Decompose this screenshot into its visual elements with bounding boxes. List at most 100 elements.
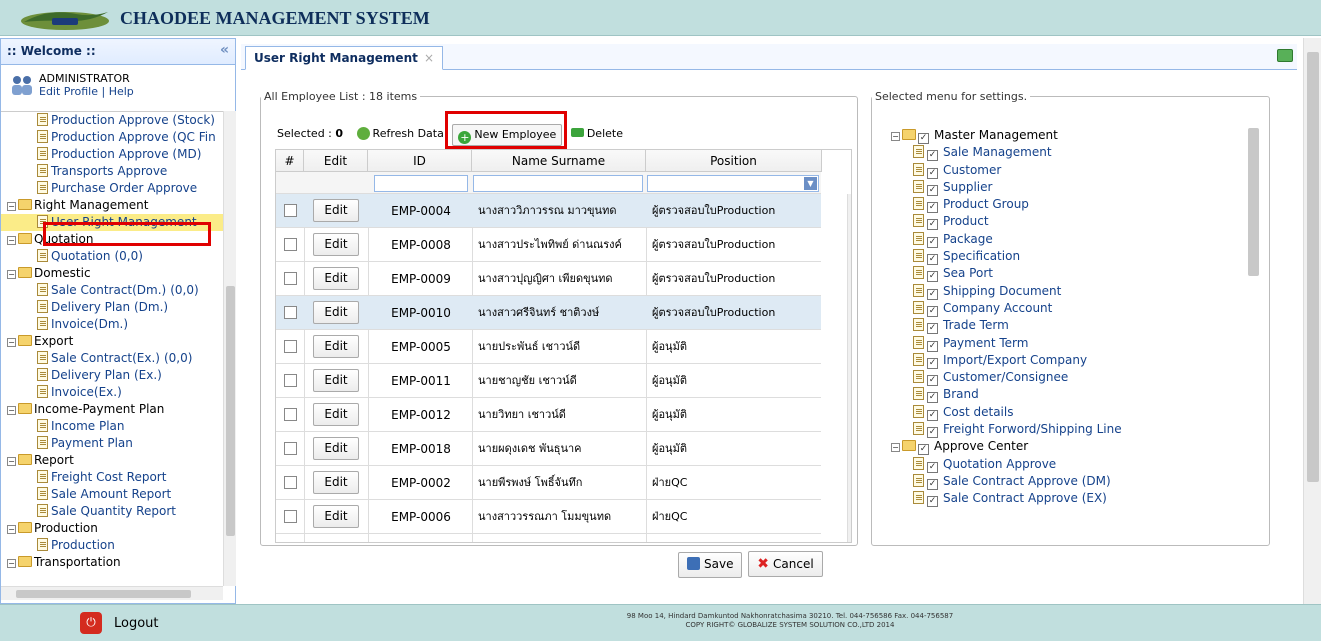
tab-user-right-management[interactable]: User Right Management × (245, 46, 444, 70)
scroll-thumb[interactable] (851, 212, 852, 394)
collapse-toggle-icon[interactable]: − (7, 270, 16, 279)
collapse-toggle-icon[interactable]: − (7, 338, 16, 347)
position-filter-select[interactable]: ▼ (647, 175, 819, 192)
table-row[interactable]: Edit EMP-0008 นางสาวประไพทิพย์ ด่านณรงค์ ผู… (276, 228, 821, 262)
save-button[interactable]: Save (678, 552, 743, 578)
menu-checkbox[interactable]: ✓ (927, 167, 938, 179)
scroll-thumb[interactable] (1307, 52, 1319, 482)
menu-checkbox[interactable]: ✓ (918, 444, 929, 456)
close-icon[interactable]: × (424, 51, 434, 65)
col-header-position[interactable]: Position (646, 150, 822, 172)
menu-setting-item[interactable]: ✓ Sea Port (891, 265, 1251, 283)
menu-group[interactable]: − ✓ Master Management (891, 127, 1251, 144)
edit-button[interactable]: Edit (313, 199, 359, 222)
menu-setting-item[interactable]: ✓ Product (891, 213, 1251, 231)
menu-checkbox[interactable]: ✓ (927, 392, 938, 404)
menu-checkbox[interactable]: ✓ (927, 271, 938, 283)
menu-checkbox[interactable]: ✓ (927, 219, 938, 231)
col-header-edit[interactable]: Edit (304, 150, 368, 172)
menu-setting-item[interactable]: ✓ Payment Term (891, 335, 1251, 352)
row-checkbox[interactable] (284, 238, 297, 251)
tree-item[interactable]: Payment Plan (1, 435, 223, 452)
tree-item[interactable]: Production Approve (MD) (1, 146, 223, 163)
tree-folder[interactable]: − Domestic (1, 265, 223, 282)
col-header-name[interactable]: Name Surname (472, 150, 646, 172)
edit-button[interactable]: Edit (313, 301, 359, 324)
maximize-icon[interactable] (1277, 49, 1293, 62)
menu-setting-item[interactable]: ✓ Supplier (891, 179, 1251, 196)
menu-checkbox[interactable]: ✓ (927, 427, 938, 439)
tree-folder[interactable]: − Report (1, 452, 223, 469)
menu-checkbox[interactable]: ✓ (927, 323, 938, 335)
menu-setting-item[interactable]: ✓ Sale Contract Approve (DM) (891, 473, 1251, 490)
menu-setting-item[interactable]: ✓ Cost details (891, 404, 1251, 421)
row-checkbox[interactable] (284, 408, 297, 421)
edit-button[interactable]: Edit (313, 335, 359, 358)
collapse-toggle-icon[interactable]: − (7, 457, 16, 466)
id-filter-input[interactable] (374, 175, 468, 192)
scroll-thumb[interactable] (226, 286, 235, 536)
col-header-number[interactable]: # (276, 150, 304, 172)
edit-button[interactable]: Edit (313, 437, 359, 460)
dropdown-arrow-icon[interactable]: ▼ (804, 177, 817, 190)
tree-folder[interactable]: − Export (1, 333, 223, 350)
menu-setting-item[interactable]: ✓ Shipping Document (891, 283, 1251, 300)
menu-setting-item[interactable]: ✓ Customer/Consignee (891, 369, 1251, 387)
menu-checkbox[interactable]: ✓ (927, 461, 938, 473)
col-header-id[interactable]: ID (368, 150, 472, 172)
logout-link[interactable]: Logout (114, 616, 159, 631)
menu-checkbox[interactable]: ✓ (927, 375, 938, 387)
menu-checkbox[interactable]: ✓ (927, 236, 938, 248)
menu-setting-item[interactable]: ✓ Customer (891, 162, 1251, 179)
collapse-toggle-icon[interactable]: − (7, 406, 16, 415)
menu-checkbox[interactable]: ✓ (927, 254, 938, 266)
collapse-icon[interactable]: « (220, 42, 229, 58)
scroll-thumb[interactable] (16, 590, 191, 598)
menu-group[interactable]: − ✓ Approve Center (891, 438, 1251, 456)
menu-checkbox[interactable]: ✓ (927, 184, 938, 196)
edit-button[interactable]: Edit (313, 233, 359, 256)
refresh-button[interactable]: Refresh Data (352, 124, 449, 146)
table-row[interactable]: Edit EMP-0006 นางสาววรรณภา โมมขุนทด ฝ่ายQC (276, 500, 821, 534)
row-checkbox[interactable] (284, 476, 297, 489)
grid-scrollbar[interactable] (847, 194, 852, 542)
menu-tree-scrollbar[interactable] (1244, 110, 1262, 520)
tree-item[interactable]: Sale Amount Report (1, 486, 223, 503)
menu-checkbox[interactable]: ✓ (918, 133, 929, 144)
menu-setting-item[interactable]: ✓ Import/Export Company (891, 352, 1251, 369)
collapse-toggle-icon[interactable]: − (891, 132, 900, 141)
menu-checkbox[interactable]: ✓ (927, 357, 938, 369)
table-row[interactable]: Edit EMP-0005 นายประพันธ์ เชาวน์ดี ผู้อนุมั… (276, 330, 821, 364)
row-checkbox[interactable] (284, 306, 297, 319)
menu-setting-item[interactable]: ✓ Company Account (891, 300, 1251, 317)
collapse-toggle-icon[interactable]: − (7, 236, 16, 245)
tree-item[interactable]: Freight Cost Report (1, 469, 223, 486)
menu-setting-item[interactable]: ✓ Quotation Approve (891, 456, 1251, 473)
menu-setting-item[interactable]: ✓ Trade Term (891, 317, 1251, 335)
sidebar-scrollbar[interactable] (223, 111, 236, 586)
tree-item[interactable]: Delivery Plan (Ex.) (1, 367, 223, 384)
menu-setting-item[interactable]: ✓ Brand (891, 386, 1251, 404)
collapse-toggle-icon[interactable]: − (7, 559, 16, 568)
tree-item[interactable]: Quotation (0,0) (1, 248, 223, 265)
table-row[interactable]: Edit EMP-0002 นายพีรพงษ์ โพธิ์จันทึก ฝ่ายQC (276, 466, 821, 500)
menu-setting-item[interactable]: ✓ Specification (891, 248, 1251, 266)
menu-checkbox[interactable]: ✓ (927, 496, 938, 508)
tree-folder[interactable]: − Production (1, 520, 223, 537)
edit-button[interactable]: Edit (313, 369, 359, 392)
collapse-toggle-icon[interactable]: − (891, 443, 900, 453)
tree-item[interactable]: Sale Quantity Report (1, 503, 223, 520)
delete-button[interactable]: Delete (566, 124, 628, 146)
table-row[interactable]: Edit EMP-0011 นายชาญชัย เชาวน์ดี ผู้อนุมัติ (276, 364, 821, 398)
menu-checkbox[interactable]: ✓ (927, 478, 938, 490)
scroll-thumb[interactable] (1248, 128, 1259, 276)
tree-item[interactable]: Sale Contract(Dm.) (0,0) (1, 282, 223, 299)
tree-item[interactable]: Production (1, 537, 223, 554)
menu-setting-item[interactable]: ✓ Sale Contract Approve (EX) (891, 490, 1251, 508)
tree-item[interactable]: Invoice(Dm.) (1, 316, 223, 333)
menu-checkbox[interactable]: ✓ (927, 340, 938, 352)
collapse-toggle-icon[interactable]: − (7, 202, 16, 211)
row-checkbox[interactable] (284, 204, 297, 217)
tree-item[interactable]: Production Approve (Stock) (1, 112, 223, 129)
row-checkbox[interactable] (284, 340, 297, 353)
